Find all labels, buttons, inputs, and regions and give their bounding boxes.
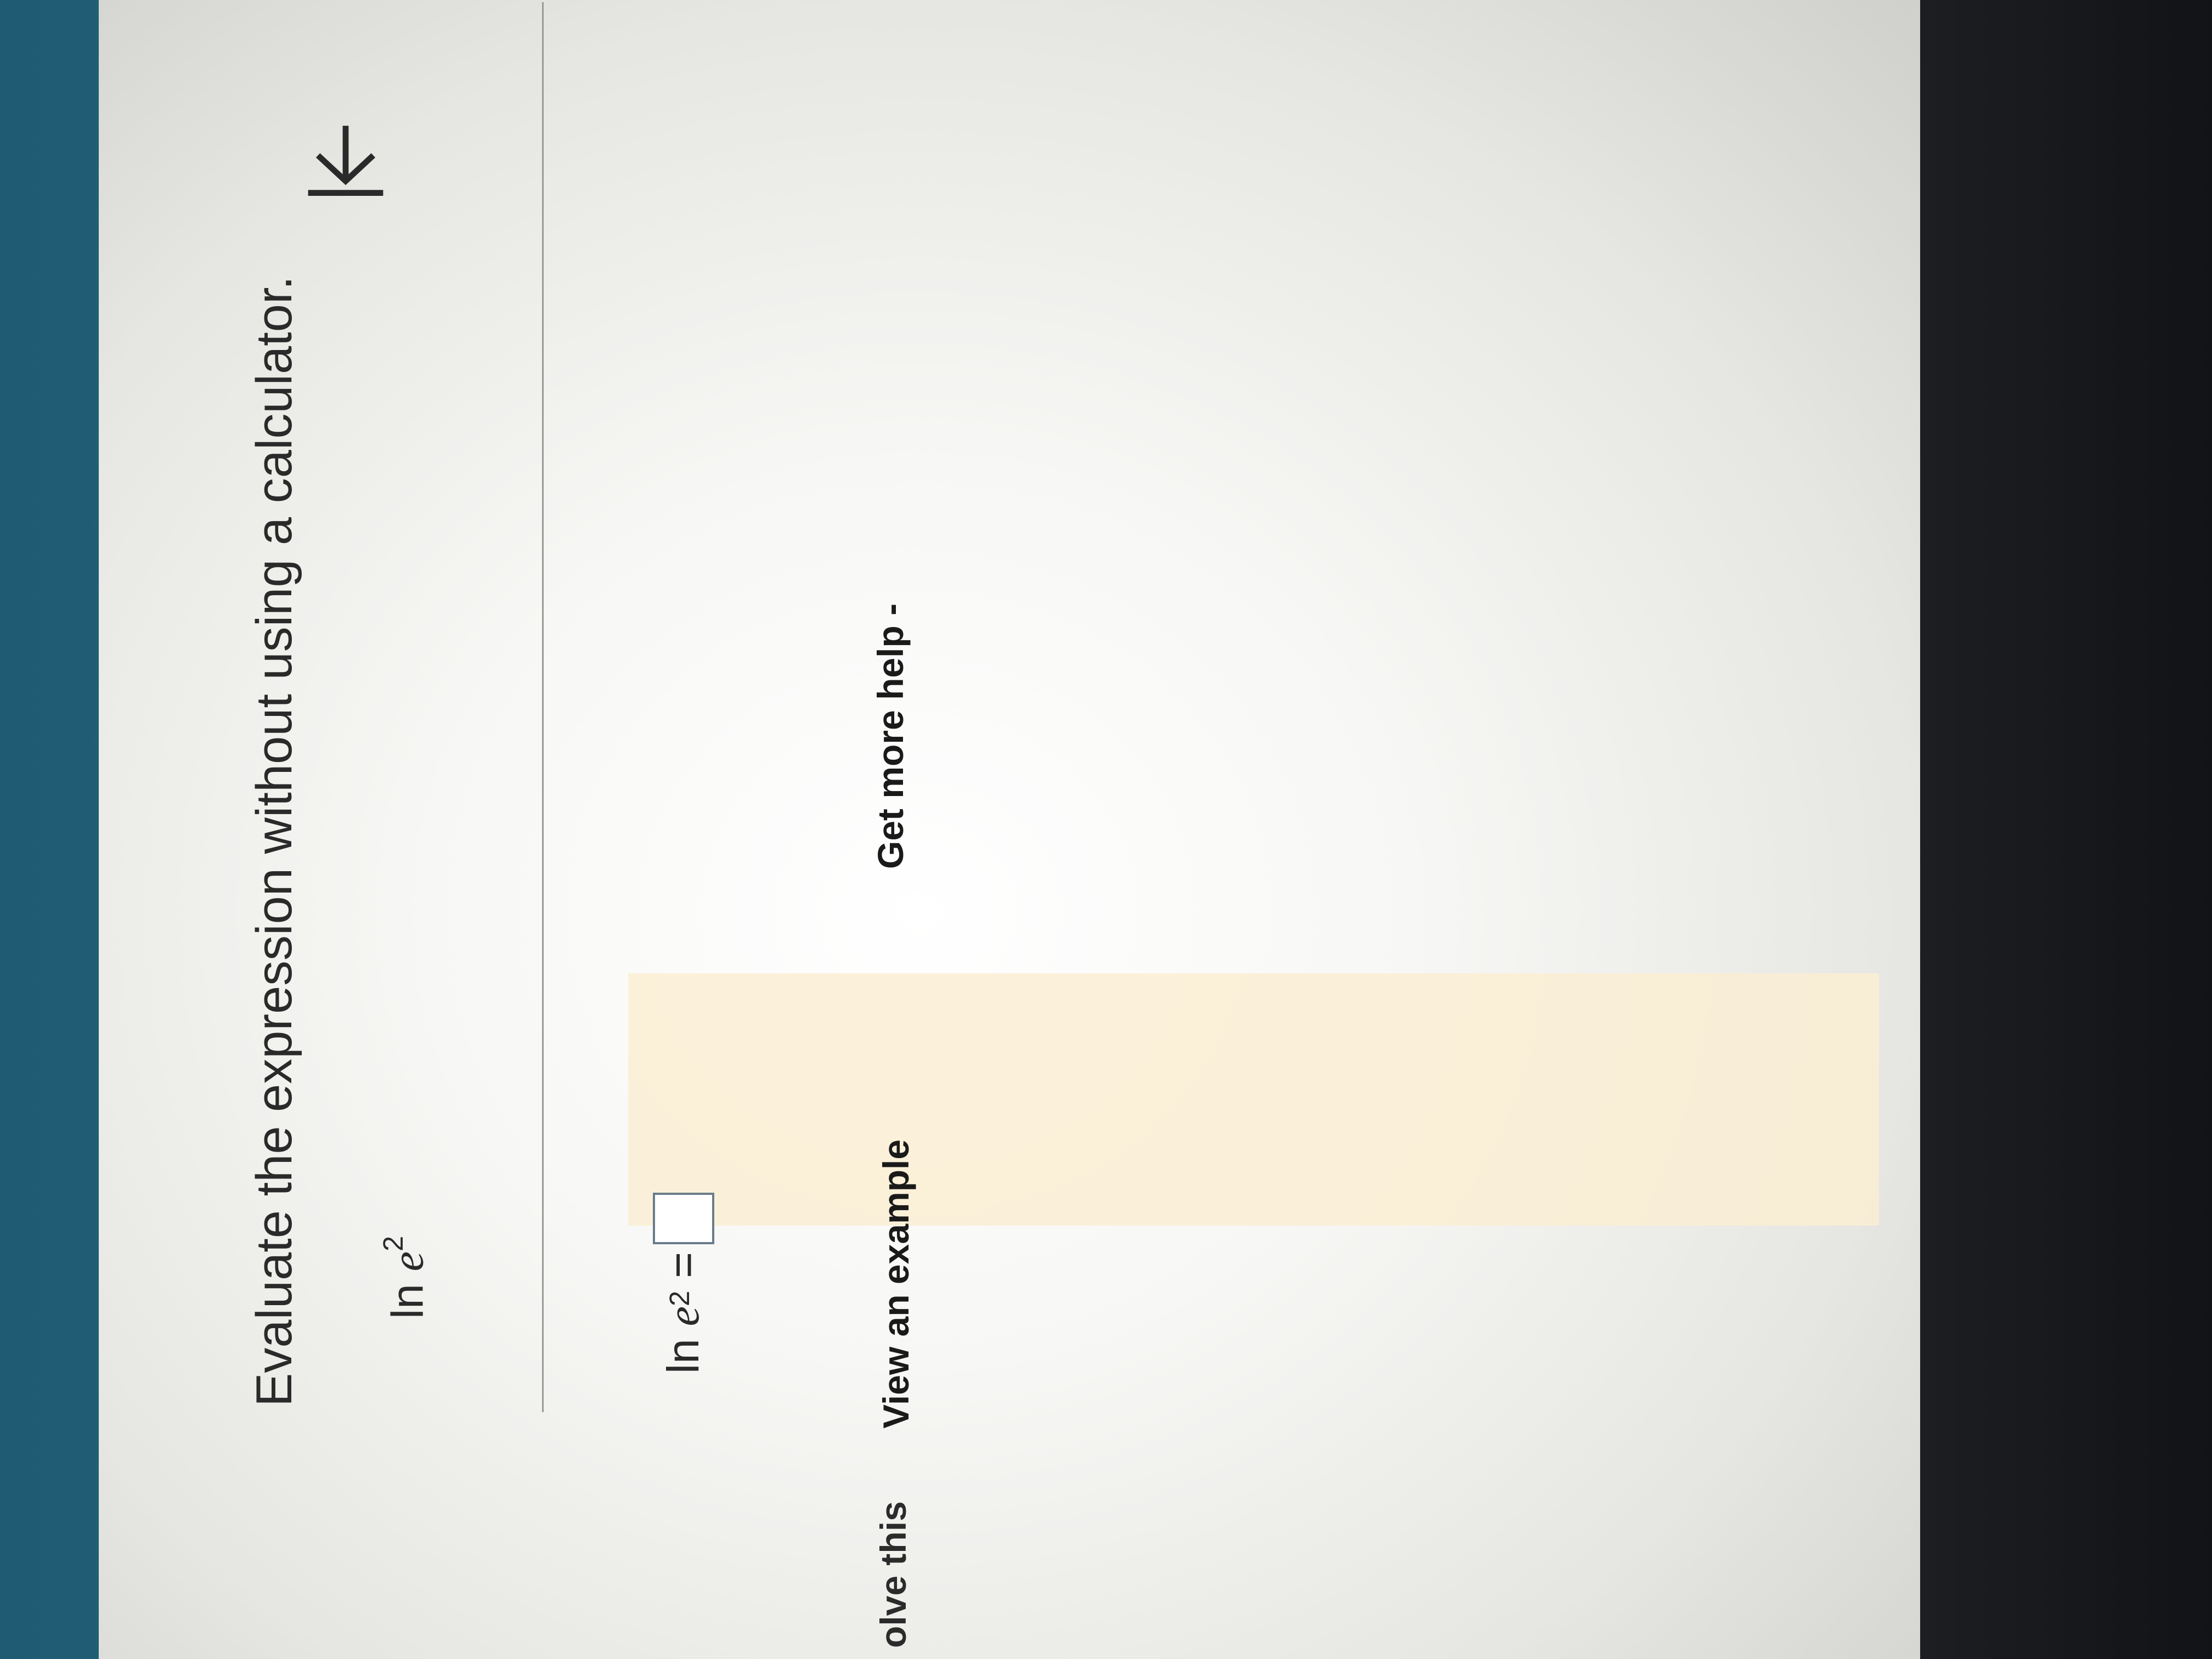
question-instruction: Evaluate the expression without using a …	[246, 275, 302, 1407]
answer-ln-function: ln	[658, 1339, 708, 1374]
screen: Evaluate the expression without using a …	[0, 0, 2212, 1659]
answer-row: ln e2 =	[653, 1193, 714, 1374]
feedback-panel	[628, 973, 1879, 1226]
answer-exponent: 2	[663, 1290, 695, 1306]
photo-frame: Evaluate the expression without using a …	[0, 0, 2212, 1659]
base-e: e	[382, 1251, 433, 1272]
get-more-help-link[interactable]: Get more help -	[870, 603, 911, 869]
taskbar: M	[1920, 0, 2212, 1659]
ln-function: ln	[382, 1284, 433, 1319]
divider	[542, 2, 544, 1412]
exponent: 2	[377, 1235, 409, 1251]
equals-sign: =	[658, 1252, 708, 1278]
view-example-link[interactable]: View an example	[875, 1139, 917, 1429]
answer-base-e: e	[658, 1306, 708, 1327]
given-expression: ln e2	[377, 1236, 433, 1319]
back-arrow-icon[interactable]	[296, 112, 395, 211]
answer-input[interactable]	[653, 1193, 714, 1244]
solve-this-link[interactable]: olve this	[872, 1501, 914, 1648]
question-page: Evaluate the expression without using a …	[99, 0, 1920, 1659]
